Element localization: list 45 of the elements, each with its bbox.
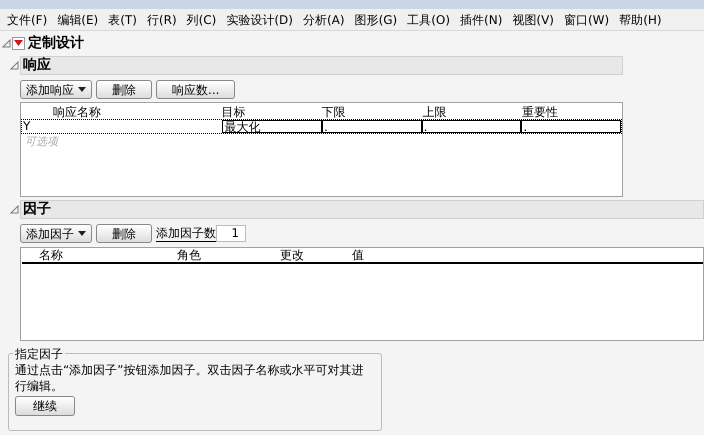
continue-button[interactable]: 继续 [15, 396, 75, 416]
instruction-text: 通过点击“添加因子”按钮添加因子。双击因子名称或水平可对其进行编辑。 [15, 362, 364, 394]
optional-hint: 可选项 [24, 134, 60, 150]
column-header: 下限 [322, 106, 347, 119]
group-title: 指定因子 [13, 345, 65, 363]
menu-item[interactable]: 实验设计(D) [221, 10, 298, 28]
column-header: 值 [352, 249, 365, 262]
section-header[interactable]: 响应 [20, 56, 623, 75]
menu-item[interactable]: 列(C) [182, 10, 222, 28]
button[interactable]: 响应数... [156, 80, 236, 99]
menu-item[interactable]: 图形(G) [350, 10, 402, 28]
disclosure-icon[interactable] [8, 61, 20, 70]
menu-item[interactable]: 视图(V) [507, 10, 559, 28]
table-cell[interactable]: Y [22, 120, 222, 133]
count-field[interactable]: 1 [216, 225, 246, 242]
column-header: 角色 [177, 249, 202, 262]
menu-caret-icon[interactable] [12, 36, 25, 50]
column-header: 目标 [222, 106, 247, 119]
caret-icon [78, 87, 86, 92]
column-header: 上限 [422, 106, 448, 119]
column-header: 响应名称 [52, 106, 102, 119]
menu-item[interactable]: 行(R) [142, 10, 182, 28]
menu-item[interactable]: 文件(F) [2, 10, 52, 28]
column-header: 重要性 [522, 106, 560, 119]
menu-item[interactable]: 工具(O) [402, 10, 456, 28]
button[interactable]: 删除 [96, 224, 152, 243]
column-header: 更改 [280, 249, 305, 262]
menu-item[interactable]: 分析(A) [298, 10, 350, 28]
dropdown-button[interactable]: 添加因子 [20, 224, 92, 243]
column-header: 名称 [38, 249, 64, 262]
menu-item[interactable]: 插件(N) [455, 10, 508, 28]
table-cell[interactable]: . [322, 120, 422, 133]
menu-item[interactable]: 窗口(W) [558, 10, 614, 28]
disclosure-icon[interactable] [8, 205, 20, 214]
menu-item[interactable]: 编辑(E) [52, 10, 104, 28]
menu-item[interactable]: 表(T) [103, 10, 142, 28]
section-header[interactable]: 因子 [20, 200, 704, 219]
menu-item[interactable]: 帮助(H) [614, 10, 667, 28]
table-cell[interactable]: . [521, 120, 621, 133]
table-cell[interactable]: . [422, 120, 522, 133]
dropdown-button[interactable]: 添加响应 [20, 80, 92, 99]
caret-icon [78, 231, 86, 236]
button[interactable]: 删除 [96, 80, 152, 99]
disclosure-icon[interactable] [0, 38, 12, 48]
report-title: 定制设计 [28, 34, 84, 52]
